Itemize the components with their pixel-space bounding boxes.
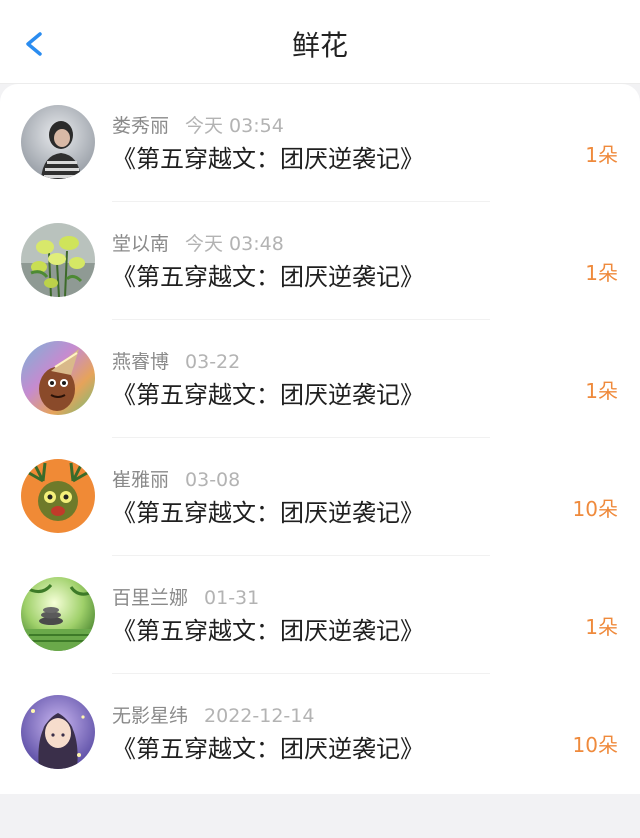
book-title[interactable]: 《第五穿越文：团厌逆袭记》 xyxy=(112,378,424,412)
flower-count: 10朵 xyxy=(572,733,618,757)
meta-line: 无影星纬 2022-12-14 xyxy=(112,703,314,729)
book-title[interactable]: 《第五穿越文：团厌逆袭记》 xyxy=(112,142,424,176)
meta-line: 崔雅丽 03-08 xyxy=(112,467,240,493)
meta-line: 娄秀丽 今天 03:54 xyxy=(112,113,284,139)
page-title: 鲜花 xyxy=(291,29,348,62)
user-name: 无影星纬 xyxy=(112,705,189,727)
flower-gift-list: 娄秀丽 今天 03:54 《第五穿越文：团厌逆袭记》 1朵 堂以南 今天 03:… xyxy=(0,84,640,794)
meta-line: 燕睿博 03-22 xyxy=(112,349,240,375)
user-name: 堂以南 xyxy=(112,233,170,255)
timestamp: 01-31 xyxy=(204,587,260,609)
avatar[interactable] xyxy=(21,105,95,179)
book-title[interactable]: 《第五穿越文：团厌逆袭记》 xyxy=(112,614,424,648)
user-name: 娄秀丽 xyxy=(112,115,170,137)
bottom-spacer xyxy=(0,794,640,838)
avatar[interactable] xyxy=(21,459,95,533)
user-name: 百里兰娜 xyxy=(112,587,189,609)
timestamp: 03-22 xyxy=(185,351,241,373)
flower-count: 1朵 xyxy=(585,143,618,167)
list-item[interactable]: 无影星纬 2022-12-14 《第五穿越文：团厌逆袭记》 10朵 xyxy=(0,674,640,792)
meta-line: 堂以南 今天 03:48 xyxy=(112,231,284,257)
avatar[interactable] xyxy=(21,223,95,297)
list-item[interactable]: 堂以南 今天 03:48 《第五穿越文：团厌逆袭记》 1朵 xyxy=(0,202,640,320)
user-name: 燕睿博 xyxy=(112,351,170,373)
flower-count: 1朵 xyxy=(585,379,618,403)
list-item[interactable]: 百里兰娜 01-31 《第五穿越文：团厌逆袭记》 1朵 xyxy=(0,556,640,674)
book-title[interactable]: 《第五穿越文：团厌逆袭记》 xyxy=(112,260,424,294)
flower-count: 10朵 xyxy=(572,497,618,521)
nav-header: 鲜花 xyxy=(0,0,640,84)
timestamp: 今天 03:48 xyxy=(185,233,284,255)
list-item[interactable]: 娄秀丽 今天 03:54 《第五穿越文：团厌逆袭记》 1朵 xyxy=(0,84,640,202)
list-item[interactable]: 崔雅丽 03-08 《第五穿越文：团厌逆袭记》 10朵 xyxy=(0,438,640,556)
list-item[interactable]: 燕睿博 03-22 《第五穿越文：团厌逆袭记》 1朵 xyxy=(0,320,640,438)
avatar[interactable] xyxy=(21,695,95,769)
flower-count: 1朵 xyxy=(585,261,618,285)
timestamp: 今天 03:54 xyxy=(185,115,284,137)
avatar[interactable] xyxy=(21,341,95,415)
flower-count: 1朵 xyxy=(585,615,618,639)
book-title[interactable]: 《第五穿越文：团厌逆袭记》 xyxy=(112,732,424,766)
meta-line: 百里兰娜 01-31 xyxy=(112,585,259,611)
avatar[interactable] xyxy=(21,577,95,651)
book-title[interactable]: 《第五穿越文：团厌逆袭记》 xyxy=(112,496,424,530)
user-name: 崔雅丽 xyxy=(112,469,170,491)
timestamp: 2022-12-14 xyxy=(204,705,315,727)
timestamp: 03-08 xyxy=(185,469,241,491)
